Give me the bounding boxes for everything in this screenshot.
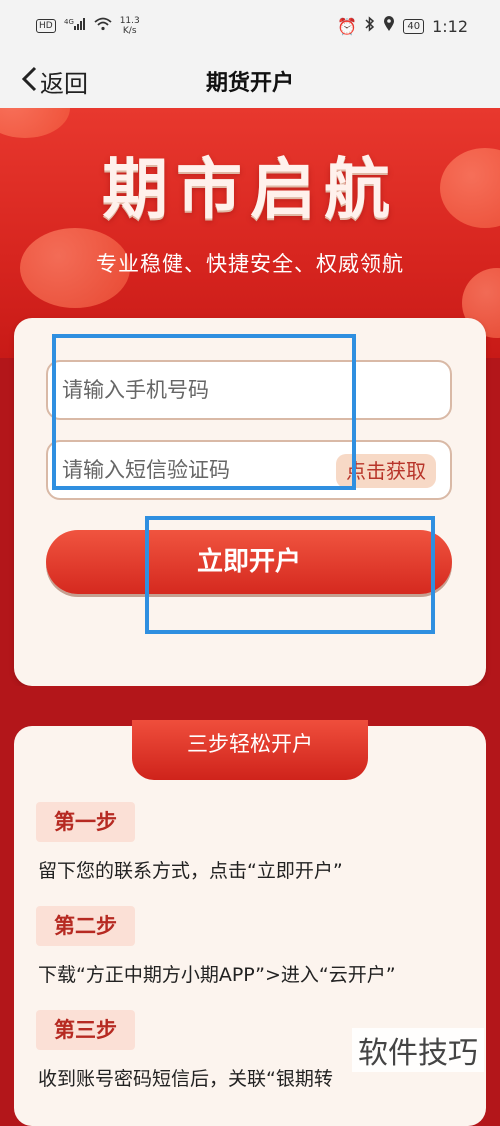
wifi-icon — [94, 17, 112, 35]
alarm-icon: ⏰ — [337, 16, 358, 36]
step-3-text: 收到账号密码短信后，关联“银期转 — [38, 1068, 333, 1090]
highlight-box-inputs — [52, 334, 356, 490]
hero-subtitle: 专业稳健、快捷安全、权威领航 — [96, 252, 404, 276]
network-speed: 11.3 K/s — [119, 16, 140, 36]
battery-indicator: 40 — [403, 18, 425, 34]
clock: 1:12 — [432, 16, 468, 36]
step-1-text: 留下您的联系方式，点击“立即开户” — [38, 860, 343, 882]
step-2-text: 下载“方正中期方小期APP”>进入“云开户” — [38, 964, 396, 986]
bluetooth-icon — [365, 16, 375, 36]
step-2-tag: 第二步 — [36, 906, 135, 946]
coin-decoration — [0, 108, 70, 138]
location-icon — [383, 16, 395, 36]
svg-text:4G: 4G — [64, 18, 74, 26]
status-bar: HD 4G 11.3 K/s ⏰ 40 1:12 — [0, 0, 500, 56]
step-3-tag: 第三步 — [36, 1010, 135, 1050]
step-1-tag: 第一步 — [36, 802, 135, 842]
steps-header: 三步轻松开户 — [132, 720, 368, 780]
page-title: 期货开户 — [205, 71, 294, 96]
hd-indicator: HD — [36, 19, 56, 33]
nav-bar: 返回 期货开户 — [0, 56, 500, 109]
watermark-text: 软件技巧 — [352, 1028, 484, 1072]
signal-icon: 4G — [64, 17, 86, 35]
highlight-box-button — [145, 516, 435, 634]
hero-title: 期市启航 — [102, 151, 398, 228]
